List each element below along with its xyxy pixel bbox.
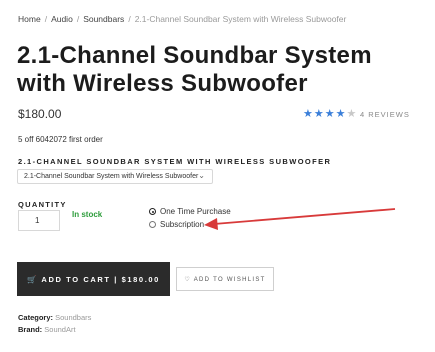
- add-to-cart-label: ADD TO CART | $180.00: [41, 275, 160, 284]
- rating-stars[interactable]: ★★★★★: [303, 107, 357, 120]
- stock-status: In stock: [72, 210, 103, 219]
- variant-select-value: 2.1-Channel Soundbar System with Wireles…: [24, 173, 199, 180]
- reviews-link[interactable]: 4 REVIEWS: [360, 110, 410, 119]
- annotation-arrow-icon: [204, 208, 396, 230]
- star-filled-icon: ★: [335, 108, 347, 120]
- star-filled-icon: ★: [324, 108, 336, 120]
- category-link[interactable]: Soundbars: [55, 313, 91, 322]
- brand-label: Brand:: [18, 325, 43, 334]
- breadcrumb-home[interactable]: Home: [18, 14, 41, 24]
- breadcrumb-separator: /: [128, 14, 131, 24]
- add-to-wishlist-button[interactable]: ♡ ADD TO WISHLIST: [176, 267, 274, 291]
- breadcrumb: Home / Audio / Soundbars/2.1-Channel Soundba…: [18, 14, 346, 24]
- star-empty-icon: ★: [346, 108, 358, 120]
- category-row: Category: Soundbars: [18, 313, 91, 322]
- quantity-label: QUANTITY: [18, 200, 67, 209]
- heart-icon: ♡: [184, 277, 192, 283]
- cart-icon: 🛒: [27, 275, 39, 284]
- chevron-down-icon: ⌄: [198, 171, 205, 180]
- one-time-purchase-radio[interactable]: [149, 208, 156, 215]
- brand-link[interactable]: SoundArt: [44, 325, 75, 334]
- breadcrumb-current: 2.1-Channel Soundbar System with Wireles…: [134, 14, 347, 24]
- promo-text: 5 off 6042072 first order: [18, 135, 103, 144]
- subscription-radio[interactable]: [149, 221, 156, 228]
- star-filled-icon: ★: [313, 108, 325, 120]
- breadcrumb-audio[interactable]: Audio: [51, 14, 73, 24]
- breadcrumb-separator: /: [44, 14, 48, 24]
- breadcrumb-soundbars[interactable]: Soundbars: [83, 14, 124, 24]
- subscription-label[interactable]: Subscription: [160, 220, 204, 229]
- variant-select[interactable]: 2.1-Channel Soundbar System with Wireles…: [17, 169, 213, 184]
- product-title: 2.1-Channel Soundbar System with Wireles…: [17, 42, 372, 97]
- product-price: $180.00: [18, 107, 62, 121]
- add-to-cart-button[interactable]: 🛒 ADD TO CART | $180.00: [17, 262, 170, 296]
- add-to-wishlist-label: ADD TO WISHLIST: [193, 277, 266, 283]
- quantity-input[interactable]: 1: [18, 210, 60, 231]
- star-filled-icon: ★: [303, 108, 314, 120]
- breadcrumb-separator: /: [76, 14, 80, 24]
- variant-label: 2.1-CHANNEL SOUNDBAR SYSTEM WITH WIRELES…: [18, 157, 332, 166]
- brand-row: Brand: SoundArt: [18, 325, 76, 334]
- category-label: Category:: [18, 313, 54, 322]
